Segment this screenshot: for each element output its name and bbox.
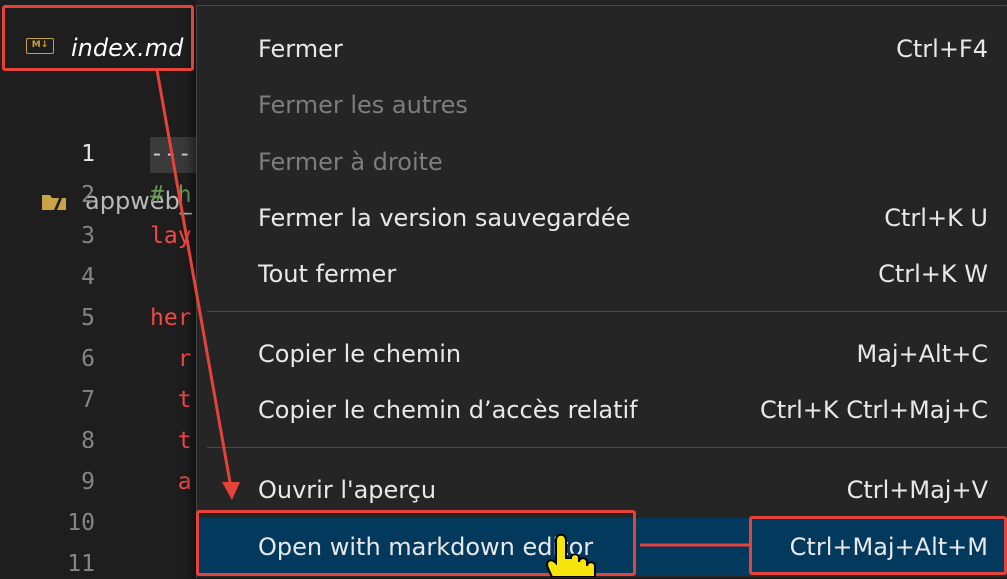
menu-item-fermer[interactable]: Fermer Ctrl+F4 (197, 23, 1007, 75)
menu-item-label: Tout fermer (258, 260, 397, 288)
line-number: 9 (81, 469, 95, 495)
line-number: 7 (81, 387, 95, 413)
menu-item-tout-fermer[interactable]: Tout fermer Ctrl+K W (197, 248, 1007, 300)
menu-item-shortcut: Ctrl+K U (884, 204, 988, 232)
menu-item-label: Fermer à droite (258, 148, 443, 176)
menu-item-shortcut: Ctrl+F4 (896, 35, 988, 63)
annotation-box-menu-item (196, 510, 636, 576)
line-number: 2 (81, 182, 95, 208)
code-line: --- (150, 141, 192, 167)
code-line: t (150, 387, 192, 413)
line-number: 11 (67, 551, 95, 577)
code-line: # h (150, 182, 192, 208)
menu-item-label: Fermer la version sauvegardée (258, 204, 631, 232)
menu-item-label: Ouvrir l'aperçu (258, 476, 437, 504)
menu-item-copier-chemin-relatif[interactable]: Copier le chemin d’accès relatif Ctrl+K … (197, 384, 1007, 436)
menu-item-shortcut: Ctrl+K W (878, 260, 988, 288)
menu-item-shortcut: Ctrl+Maj+V (846, 476, 988, 504)
menu-item-fermer-les-autres[interactable]: Fermer les autres (197, 79, 1007, 131)
tab-context-menu: Fermer Ctrl+F4 Fermer les autres Fermer … (196, 5, 1007, 578)
menu-item-label: Fermer (258, 35, 343, 63)
menu-item-shortcut: Ctrl+K Ctrl+Maj+C (760, 396, 988, 424)
menu-item-fermer-version-sauvegardee[interactable]: Fermer la version sauvegardée Ctrl+K U (197, 192, 1007, 244)
line-number: 1 (81, 141, 95, 167)
menu-item-label: Fermer les autres (258, 91, 468, 119)
menu-item-label: Copier le chemin (258, 340, 462, 368)
line-number: 3 (81, 223, 95, 249)
code-line: her (150, 305, 192, 331)
code-line: t (150, 428, 192, 454)
annotation-box-tab (2, 5, 194, 71)
line-number: 10 (67, 510, 95, 536)
menu-item-shortcut: Maj+Alt+C (856, 340, 988, 368)
line-number: 6 (81, 346, 95, 372)
menu-item-copier-chemin[interactable]: Copier le chemin Maj+Alt+C (197, 328, 1007, 380)
menu-separator (207, 447, 1007, 448)
menu-item-label: Copier le chemin d’accès relatif (258, 396, 638, 424)
line-number: 4 (81, 264, 95, 290)
code-line: a (150, 469, 192, 495)
breadcrumb[interactable]: appweb_ (0, 90, 196, 215)
line-number: 5 (81, 305, 95, 331)
code-line: lay (150, 223, 192, 249)
annotation-box-shortcut (749, 516, 1007, 575)
menu-item-fermer-a-droite[interactable]: Fermer à droite (197, 136, 1007, 188)
line-number: 8 (81, 428, 95, 454)
menu-item-ouvrir-apercu[interactable]: Ouvrir l'aperçu Ctrl+Maj+V (197, 464, 1007, 516)
code-line: r (150, 346, 192, 372)
menu-separator (207, 311, 1007, 312)
